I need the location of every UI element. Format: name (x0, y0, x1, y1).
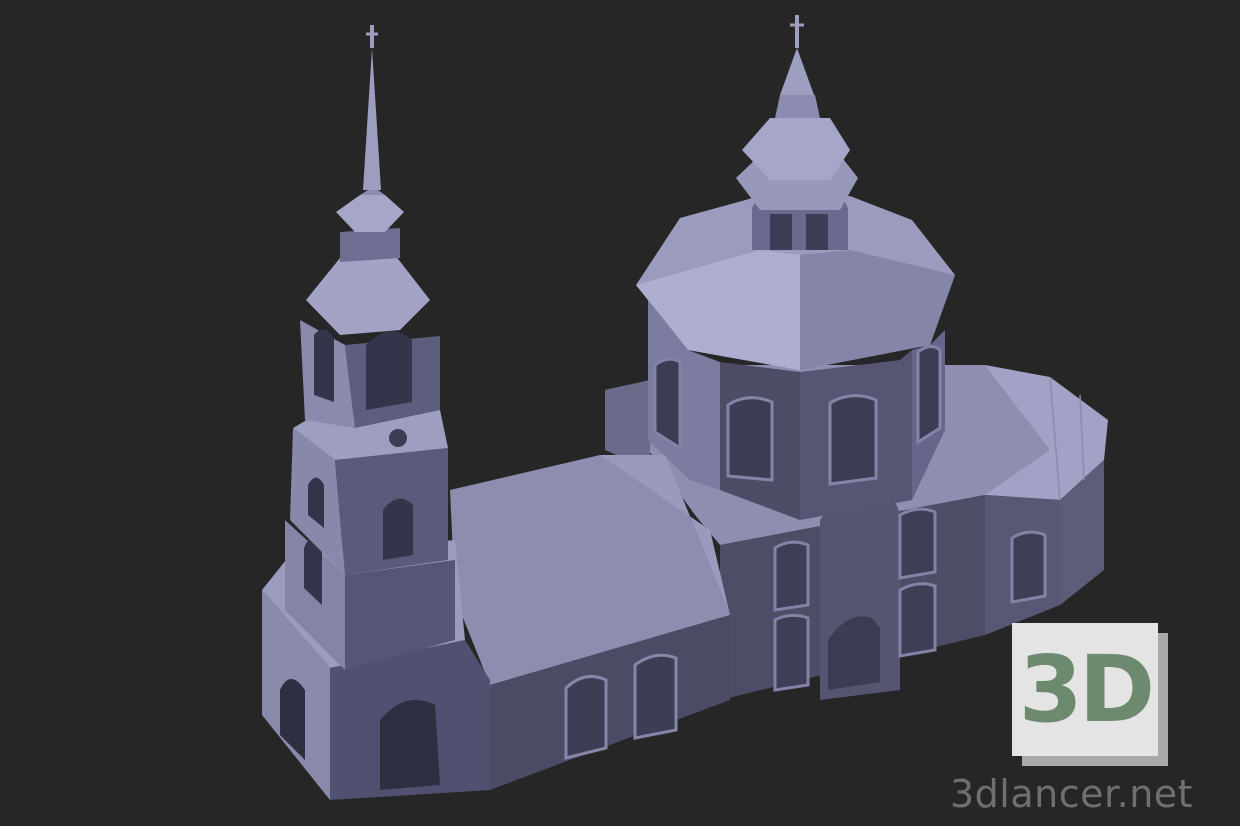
bell-tower (262, 25, 490, 800)
watermark-text: 3dlancer.net (950, 772, 1194, 816)
main-dome (636, 15, 955, 520)
badge-text: 3D (1018, 635, 1155, 743)
badge-face: 3D (1012, 623, 1158, 756)
3d-badge: 3D (1012, 623, 1168, 766)
